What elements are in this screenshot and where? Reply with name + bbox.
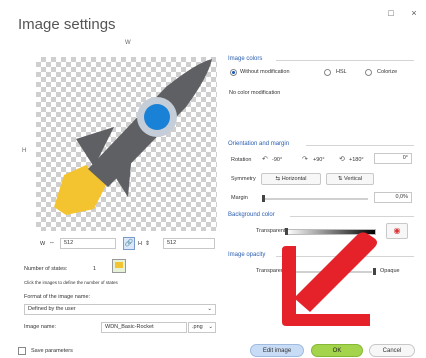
- save-parameters-label: Save parameters: [31, 348, 73, 354]
- image-name-input[interactable]: WDN_Basic-Rocket: [101, 322, 187, 333]
- horizontal-label: Horizontal: [281, 176, 307, 182]
- radio-without-modification[interactable]: [230, 69, 237, 76]
- rotate-right-icon: ↷: [302, 156, 308, 163]
- rotate-plus-90-button[interactable]: +90°: [313, 157, 325, 163]
- image-name-label: Image name:: [24, 324, 57, 330]
- format-label: Format of the image name:: [24, 294, 91, 300]
- rocket-icon: [54, 59, 212, 215]
- color-status: No color modification: [229, 90, 281, 96]
- height-label: H: [22, 148, 27, 154]
- rotate-180-icon: ⟲: [339, 156, 345, 163]
- image-preview[interactable]: [36, 57, 217, 231]
- states-value: 1: [93, 266, 97, 272]
- margin-label: Margin: [231, 195, 248, 201]
- cancel-button[interactable]: Cancel: [369, 344, 415, 357]
- extension-select[interactable]: .png ⌄: [188, 322, 216, 333]
- rotation-input[interactable]: 0°: [374, 153, 412, 164]
- horizontal-flip-icon: ⇆: [275, 176, 281, 182]
- height-input[interactable]: 512: [163, 238, 215, 249]
- colors-section-title: Image colors: [228, 56, 263, 62]
- width-input[interactable]: 512: [60, 238, 116, 249]
- radio-hsl[interactable]: [324, 69, 331, 76]
- ext-chevron-icon: ⌄: [208, 324, 213, 330]
- format-select[interactable]: Defined by the user ⌄: [24, 304, 216, 315]
- background-section-title: Background color: [228, 212, 275, 218]
- opacity-section-title: Image opacity: [228, 252, 266, 258]
- rotation-label: Rotation: [231, 157, 252, 163]
- close-button[interactable]: ×: [407, 8, 421, 18]
- chevron-down-icon: ⌄: [207, 306, 212, 312]
- option-colorize: Colorize: [377, 69, 398, 75]
- option-without-modification: Without modification: [240, 69, 290, 75]
- size-w-label: W: [40, 241, 46, 247]
- format-value: Defined by the user: [28, 306, 76, 312]
- vertical-flip-icon: ⇅: [337, 176, 343, 182]
- rotate-minus-90-button[interactable]: -90°: [272, 157, 282, 163]
- margin-slider[interactable]: [262, 198, 368, 200]
- red-arrow-annotation: [282, 232, 377, 326]
- extension-value: .png: [192, 324, 203, 330]
- option-hsl: HSL: [336, 69, 347, 75]
- vertical-symmetry-button[interactable]: ⇅ Vertical: [326, 173, 374, 185]
- states-label: Number of states:: [24, 266, 68, 272]
- width-label: W: [125, 40, 131, 46]
- rotate-left-icon: ↶: [262, 156, 268, 163]
- window-title: Image settings: [18, 16, 116, 33]
- orientation-section-title: Orientation and margin: [228, 141, 290, 147]
- horizontal-symmetry-button[interactable]: ⇆ Horizontal: [261, 173, 321, 185]
- background-divider: [290, 216, 414, 217]
- width-arrows-icon: ⇔: [49, 240, 55, 246]
- save-parameters-checkbox[interactable]: [18, 347, 26, 355]
- colors-divider: [276, 60, 414, 61]
- height-arrows-icon: ⇕: [145, 241, 151, 247]
- margin-input[interactable]: 0,0%: [374, 192, 412, 203]
- orientation-divider: [306, 145, 414, 146]
- margin-slider-handle[interactable]: [262, 195, 265, 202]
- rotate-180-button[interactable]: +180°: [349, 157, 364, 163]
- radio-colorize[interactable]: [365, 69, 372, 76]
- link-ratio-icon[interactable]: 🔗: [123, 237, 135, 250]
- state-image-icon[interactable]: [112, 259, 126, 273]
- vertical-label: Vertical: [344, 176, 363, 182]
- edit-image-button[interactable]: Edit image: [250, 344, 304, 357]
- size-h-label: H: [138, 241, 142, 247]
- symmetry-label: Symmetry: [231, 176, 256, 182]
- ok-button[interactable]: OK: [311, 344, 363, 357]
- maximize-button[interactable]: □: [384, 8, 398, 18]
- states-hint: Click the images to define the number of…: [24, 280, 118, 285]
